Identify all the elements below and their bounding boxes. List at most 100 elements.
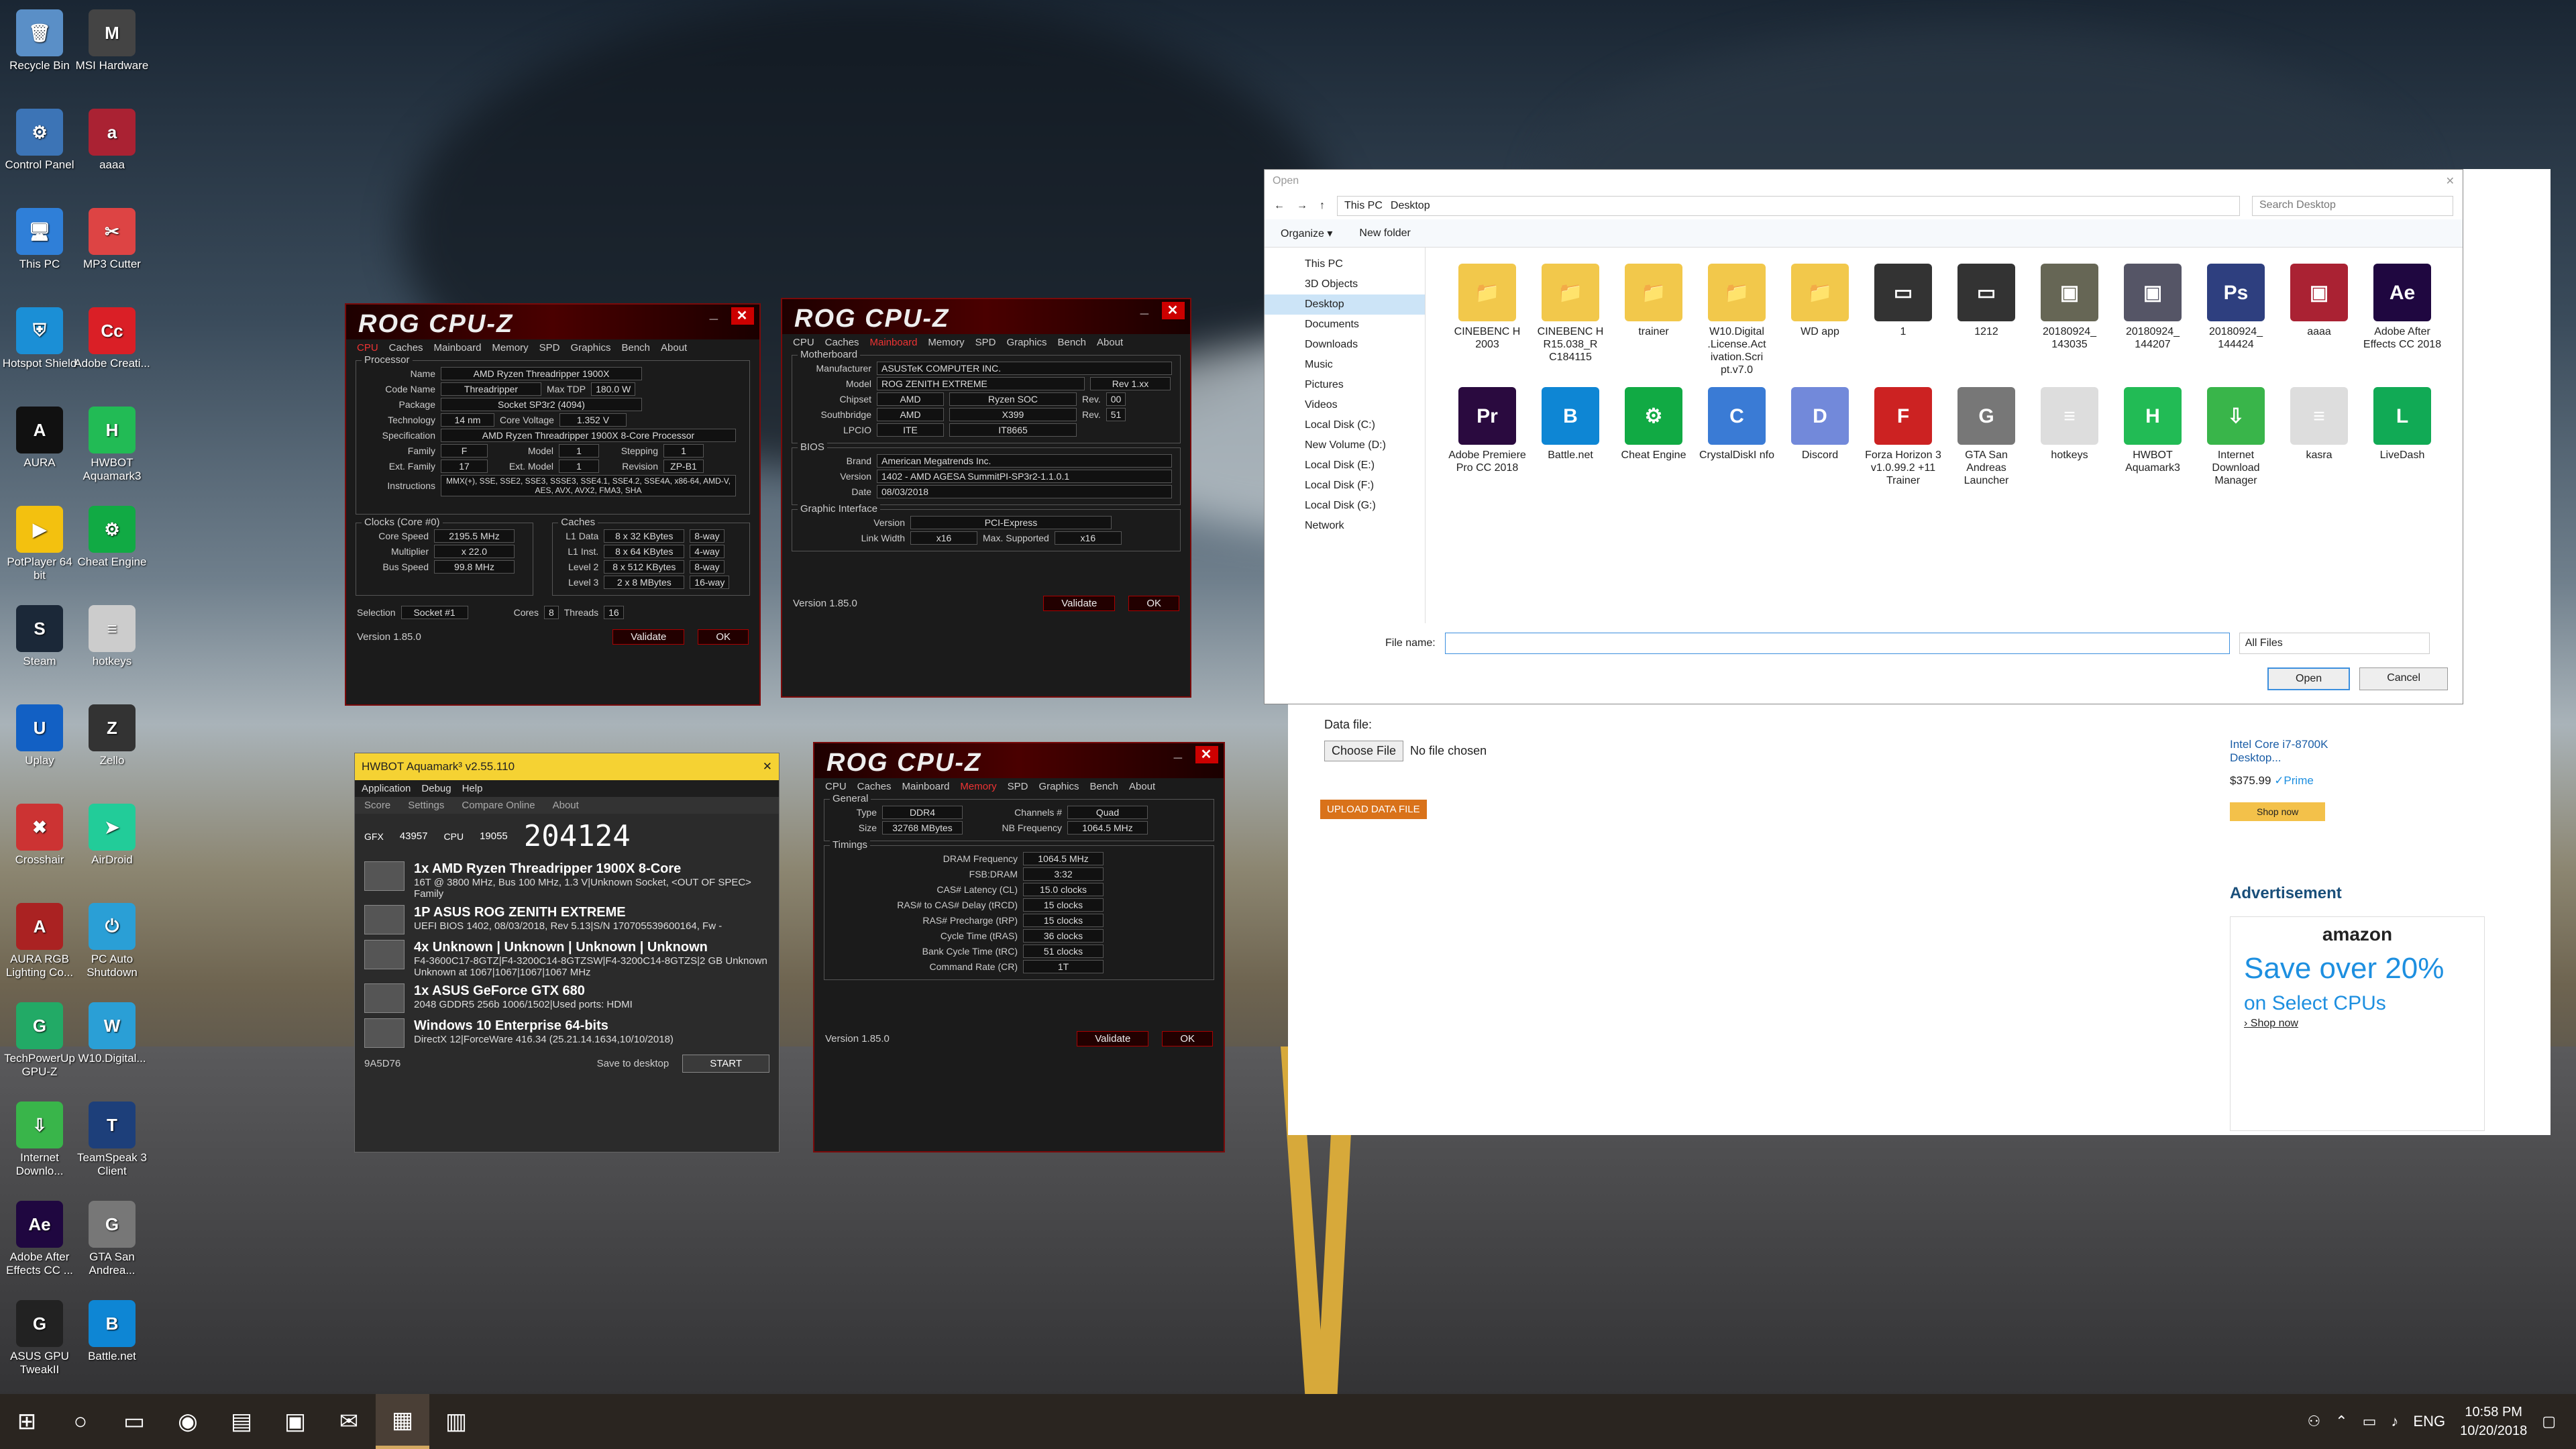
- file-item[interactable]: Pr Adobe Premiere Pro CC 2018: [1446, 387, 1529, 487]
- start-button[interactable]: START: [682, 1055, 769, 1073]
- ad-shop-now[interactable]: › Shop now: [2231, 1015, 2484, 1032]
- new-folder-button[interactable]: New folder: [1359, 227, 1410, 239]
- desktop-icon[interactable]: B Battle.net: [72, 1300, 152, 1363]
- open-file-dialog[interactable]: Open ✕ ← → ↑ This PC Desktop Search Desktop …: [1264, 169, 2463, 704]
- desktop-icon[interactable]: ≡ hotkeys: [72, 605, 152, 668]
- file-item[interactable]: L LiveDash: [2361, 387, 2444, 487]
- tab-memory[interactable]: Memory: [492, 342, 528, 354]
- organize-button[interactable]: Organize ▾: [1281, 227, 1332, 240]
- nav-item[interactable]: This PC: [1265, 254, 1425, 274]
- people-icon[interactable]: ⚇: [2307, 1413, 2320, 1430]
- network-icon[interactable]: ▭: [2363, 1413, 2377, 1430]
- file-item[interactable]: G GTA San Andreas Launcher: [1945, 387, 2028, 487]
- desktop-icon[interactable]: ⚙ Control Panel: [0, 109, 79, 172]
- desktop-icon[interactable]: ⚙ Cheat Engine: [72, 506, 152, 569]
- tab-bench[interactable]: Bench: [621, 342, 650, 354]
- validate-button[interactable]: Validate: [1043, 596, 1116, 611]
- nav-item[interactable]: Music: [1265, 355, 1425, 375]
- menu-item[interactable]: Debug: [421, 783, 451, 794]
- file-item[interactable]: 📁 WD app: [1778, 264, 1862, 376]
- desktop-icon[interactable]: M MSI Hardware: [72, 9, 152, 72]
- aquamark-tab[interactable]: About: [553, 800, 579, 811]
- nav-item[interactable]: Downloads: [1265, 335, 1425, 355]
- tab-cpu[interactable]: CPU: [357, 342, 378, 354]
- tab-memory[interactable]: Memory: [960, 781, 996, 792]
- desktop-icon[interactable]: T TeamSpeak 3 Client: [72, 1102, 152, 1178]
- tab-about[interactable]: About: [1097, 337, 1123, 348]
- back-icon[interactable]: ←: [1274, 200, 1285, 212]
- ok-button[interactable]: OK: [1128, 596, 1179, 611]
- volume-icon[interactable]: ♪: [2391, 1413, 2398, 1430]
- desktop-icon[interactable]: G ASUS GPU TweakII: [0, 1300, 79, 1377]
- file-item[interactable]: ▭ 1212: [1945, 264, 2028, 376]
- nav-item[interactable]: Desktop: [1265, 294, 1425, 315]
- desktop-icon[interactable]: 🗑 Recycle Bin: [0, 9, 79, 72]
- desktop-icon[interactable]: Cc Adobe Creati...: [72, 307, 152, 370]
- filename-input[interactable]: [1444, 633, 2230, 654]
- desktop-icon[interactable]: ▶ PotPlayer 64 bit: [0, 506, 79, 582]
- tab-bench[interactable]: Bench: [1057, 337, 1086, 348]
- breadcrumb-item[interactable]: This PC: [1344, 200, 1383, 212]
- nav-item[interactable]: Local Disk (F:): [1265, 476, 1425, 496]
- file-item[interactable]: ≡ kasra: [2277, 387, 2361, 487]
- tab-bench[interactable]: Bench: [1089, 781, 1118, 792]
- file-item[interactable]: F Forza Horizon 3 v1.0.99.2 +11 Trainer: [1862, 387, 1945, 487]
- nav-item[interactable]: Network: [1265, 516, 1425, 536]
- nav-item[interactable]: New Volume (D:): [1265, 435, 1425, 455]
- desktop-icon[interactable]: A AURA: [0, 407, 79, 470]
- shop-now-button[interactable]: Shop now: [2230, 802, 2326, 821]
- file-item[interactable]: 📁 CINEBENC H 2003: [1446, 264, 1529, 376]
- tab-mainboard[interactable]: Mainboard: [870, 337, 918, 348]
- tab-graphics[interactable]: Graphics: [1038, 781, 1079, 792]
- nav-item[interactable]: Videos: [1265, 395, 1425, 415]
- desktop-icon[interactable]: G TechPowerUp GPU-Z: [0, 1002, 79, 1079]
- clock[interactable]: 10:58 PM 10/20/2018: [2460, 1403, 2527, 1440]
- close-button[interactable]: ✕: [1162, 302, 1185, 319]
- socket-select[interactable]: Socket #1: [400, 606, 468, 619]
- up-icon[interactable]: ↑: [1320, 200, 1325, 212]
- tab-memory[interactable]: Memory: [928, 337, 964, 348]
- desktop-icon[interactable]: ⇩ Internet Downlo...: [0, 1102, 79, 1178]
- file-item[interactable]: 📁 CINEBENC H R15.038_R C184115: [1529, 264, 1612, 376]
- choose-file-button[interactable]: Choose File: [1324, 741, 1404, 761]
- file-item[interactable]: ≡ hotkeys: [2028, 387, 2111, 487]
- desktop-icon[interactable]: G GTA San Andrea...: [72, 1201, 152, 1277]
- cpuz-mainboard-window[interactable]: ROG CPU-Z _ ✕ CPU Caches Mainboard Memory SPD G…: [781, 298, 1191, 698]
- file-item[interactable]: Ae Adobe After Effects CC 2018: [2361, 264, 2444, 376]
- desktop-icon[interactable]: H HWBOT Aquamark3: [72, 407, 152, 483]
- tab-about[interactable]: About: [661, 342, 687, 354]
- tab-cpu[interactable]: CPU: [793, 337, 814, 348]
- desktop-icon[interactable]: W W10.Digital...: [72, 1002, 152, 1065]
- save-to-desktop[interactable]: Save to desktop: [597, 1058, 669, 1069]
- tab-graphics[interactable]: Graphics: [1006, 337, 1046, 348]
- tab-spd[interactable]: SPD: [539, 342, 560, 354]
- file-item[interactable]: ▣ aaaa: [2277, 264, 2361, 376]
- tab-cpu[interactable]: CPU: [825, 781, 847, 792]
- file-item[interactable]: ▣ 20180924_ 144207: [2111, 264, 2194, 376]
- cancel-button[interactable]: Cancel: [2359, 667, 2448, 690]
- ok-button[interactable]: OK: [698, 629, 749, 645]
- file-item[interactable]: C CrystalDiskI nfo: [1695, 387, 1778, 487]
- tab-spd[interactable]: SPD: [1008, 781, 1028, 792]
- tab-mainboard[interactable]: Mainboard: [902, 781, 950, 792]
- nav-item[interactable]: Documents: [1265, 315, 1425, 335]
- nav-item[interactable]: 3D Objects: [1265, 274, 1425, 294]
- tab-caches[interactable]: Caches: [389, 342, 423, 354]
- nav-item[interactable]: Pictures: [1265, 375, 1425, 395]
- file-item[interactable]: ⚙ Cheat Engine: [1612, 387, 1695, 487]
- validate-button[interactable]: Validate: [612, 629, 685, 645]
- tab-about[interactable]: About: [1129, 781, 1155, 792]
- file-item[interactable]: 📁 W10.Digital .License.Act ivation.Scri p…: [1695, 264, 1778, 376]
- tab-mainboard[interactable]: Mainboard: [434, 342, 482, 354]
- windows-start-icon[interactable]: ⊞: [0, 1394, 54, 1449]
- aquamark-tab[interactable]: Score: [364, 800, 390, 811]
- upload-button[interactable]: UPLOAD DATA FILE: [1320, 800, 1427, 819]
- desktop-icon[interactable]: ⛨ Hotspot Shield: [0, 307, 79, 370]
- desktop-icon[interactable]: S Steam: [0, 605, 79, 668]
- aquamark-taskbar-icon[interactable]: ▦: [376, 1394, 429, 1449]
- nav-item[interactable]: Local Disk (C:): [1265, 415, 1425, 435]
- menu-item[interactable]: Application: [362, 783, 411, 794]
- file-explorer-icon[interactable]: ▤: [215, 1394, 268, 1449]
- file-item[interactable]: ▭ 1: [1862, 264, 1945, 376]
- desktop-icon[interactable]: A AURA RGB Lighting Co...: [0, 903, 79, 979]
